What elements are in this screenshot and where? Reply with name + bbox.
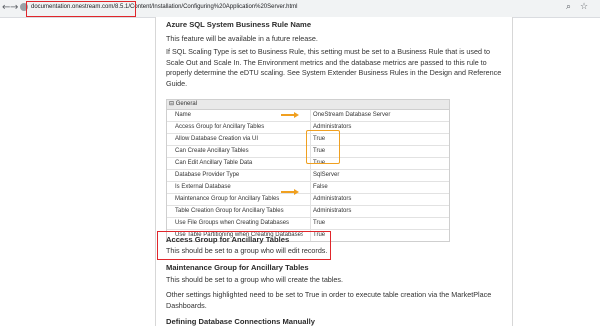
property-row[interactable]: Use File Groups when Creating Databases T… <box>167 218 449 230</box>
browser-toolbar: ← → documentation.onestream.com/8.5.1/Co… <box>0 0 600 18</box>
orange-arrow-icon <box>281 114 295 116</box>
property-name: Allow Database Creation via UI <box>175 136 259 142</box>
property-grid: ⊟ General Name OneStream Database Server … <box>166 99 450 242</box>
maintenance-group-heading: Maintenance Group for Ancillary Tables <box>166 263 309 272</box>
azure-paragraph-1: This feature will be available in a futu… <box>166 34 318 43</box>
collapse-icon[interactable]: ⊟ <box>169 101 174 107</box>
documentation-page: Azure SQL System Business Rule Name This… <box>155 17 513 326</box>
property-name: Can Create Ancillary Tables <box>175 148 249 154</box>
orange-highlight-box <box>306 130 340 164</box>
property-group-header[interactable]: ⊟ General <box>167 100 449 110</box>
property-name: Use File Groups when Creating Databases <box>175 220 290 226</box>
property-value[interactable]: OneStream Database Server <box>310 110 390 121</box>
defining-connections-heading: Defining Database Connections Manually <box>166 317 315 326</box>
property-row[interactable]: Database Provider Type SqlServer <box>167 170 449 182</box>
property-value[interactable]: True <box>310 218 325 229</box>
property-value[interactable]: False <box>310 182 328 193</box>
property-row[interactable]: Table Creation Group for Ancillary Table… <box>167 206 449 218</box>
property-value[interactable]: SqlServer <box>310 170 339 181</box>
property-row[interactable]: Is External Database False <box>167 182 449 194</box>
property-row[interactable]: Maintenance Group for Ancillary Tables Ad… <box>167 194 449 206</box>
orange-arrowhead-icon <box>294 189 299 195</box>
property-name: Table Creation Group for Ancillary Table… <box>175 208 284 214</box>
zoom-icon[interactable]: ⌕ <box>566 2 571 12</box>
property-name: Access Group for Ancillary Tables <box>175 124 265 130</box>
maintenance-group-paragraph: This should be set to a group who will c… <box>166 275 343 284</box>
azure-sql-heading: Azure SQL System Business Rule Name <box>166 20 312 29</box>
orange-arrowhead-icon <box>294 112 299 118</box>
url-highlight-box <box>26 1 136 17</box>
property-name: Database Provider Type <box>175 172 240 178</box>
property-name: Can Edit Ancillary Table Data <box>175 160 253 166</box>
forward-arrow-icon[interactable]: → <box>10 2 18 14</box>
access-group-paragraph: This should be set to a group who will e… <box>166 246 328 255</box>
property-row[interactable]: Name OneStream Database Server <box>167 110 449 122</box>
property-name: Maintenance Group for Ancillary Tables <box>175 196 280 202</box>
access-group-heading: Access Group for Ancillary Tables <box>166 235 290 244</box>
group-label: General <box>175 101 198 107</box>
azure-paragraph-2: If SQL Scaling Type is set to Business R… <box>166 47 502 88</box>
other-settings-paragraph: Other settings highlighted need to be se… <box>166 290 492 310</box>
orange-arrow-icon <box>281 191 295 193</box>
property-value[interactable]: Administrators <box>310 194 351 205</box>
bookmark-star-icon[interactable]: ☆ <box>580 2 588 12</box>
property-value[interactable]: Administrators <box>310 206 351 217</box>
